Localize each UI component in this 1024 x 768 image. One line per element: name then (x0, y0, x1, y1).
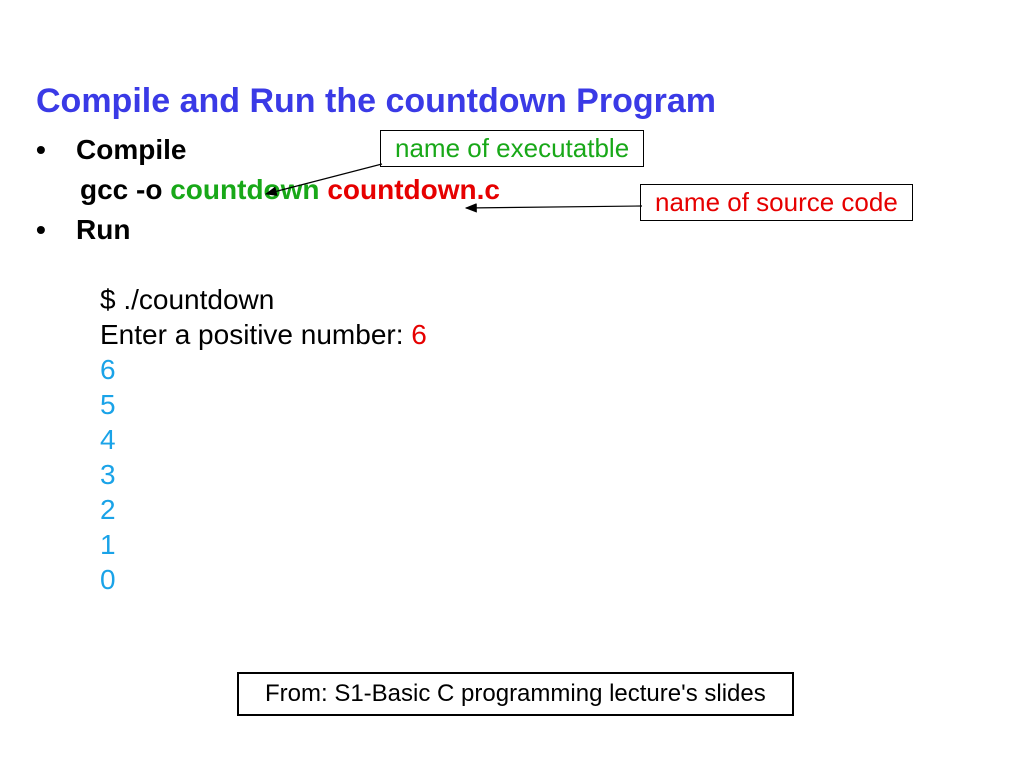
compile-command: gcc -o countdown countdown.c (80, 174, 500, 206)
output-line: 1 (100, 527, 500, 562)
output-line: 3 (100, 457, 500, 492)
executable-name: countdown (170, 174, 319, 205)
run-command-line: $ ./countdown (100, 282, 500, 317)
output-line: 0 (100, 562, 500, 597)
output-line: 5 (100, 387, 500, 422)
bullet-marker-icon: • (36, 214, 76, 246)
spacer (36, 254, 500, 282)
user-input: 6 (411, 319, 427, 350)
slide: Compile and Run the countdown Program • … (0, 0, 1024, 768)
bullet-run: • Run (36, 214, 500, 246)
output-line: 6 (100, 352, 500, 387)
content-body: • Compile gcc -o countdown countdown.c •… (36, 134, 500, 597)
bullet-marker-icon: • (36, 134, 76, 166)
footer-attribution: From: S1-Basic C programming lecture's s… (237, 672, 794, 716)
slide-title: Compile and Run the countdown Program (36, 82, 716, 121)
output-line: 4 (100, 422, 500, 457)
source-name: countdown.c (327, 174, 500, 205)
prompt-text: Enter a positive number: (100, 319, 411, 350)
output-line: 2 (100, 492, 500, 527)
gcc-prefix: gcc -o (80, 174, 170, 205)
prompt-line: Enter a positive number: 6 (100, 317, 500, 352)
bullet-run-label: Run (76, 214, 130, 246)
bullet-compile-label: Compile (76, 134, 186, 166)
callout-executable: name of executatble (380, 130, 644, 167)
terminal-output: $ ./countdown Enter a positive number: 6… (100, 282, 500, 597)
callout-source: name of source code (640, 184, 913, 221)
